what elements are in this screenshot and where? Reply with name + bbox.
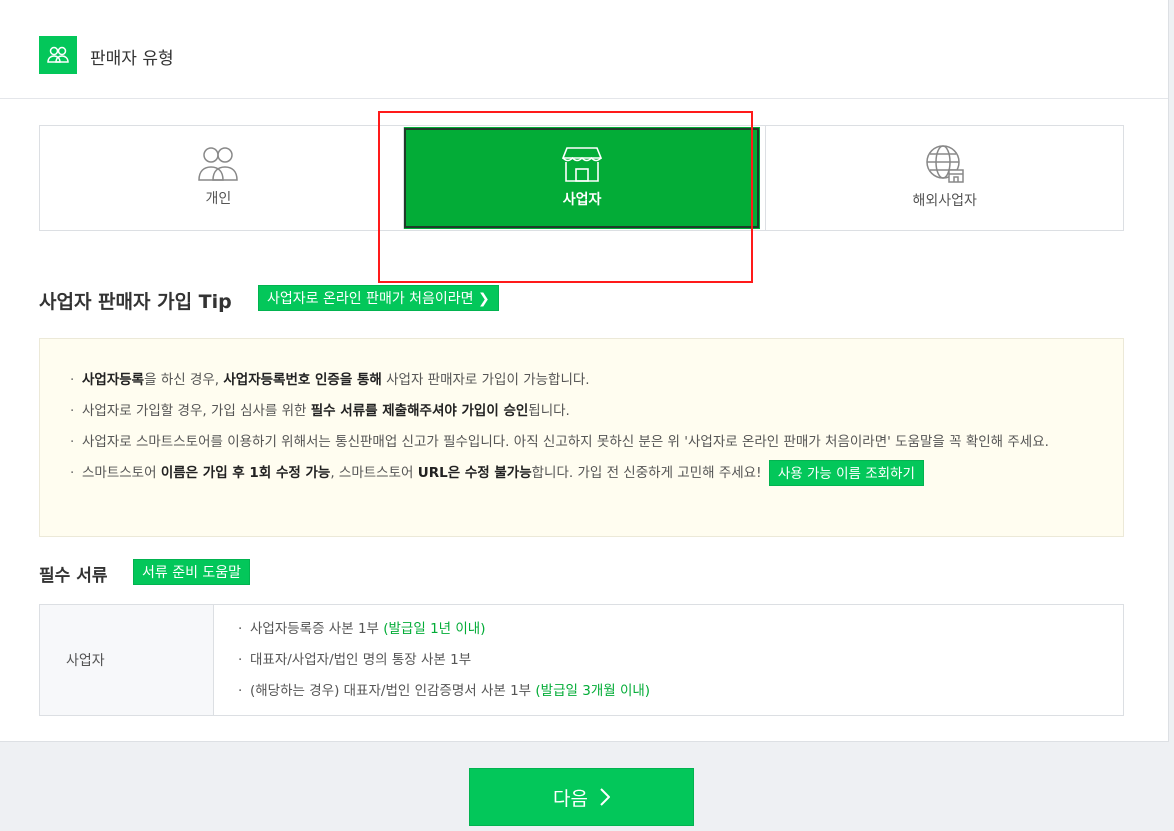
chevron-right-icon: [600, 788, 610, 806]
tip-line: 스마트스토어 이름은 가입 후 1회 수정 가능, 스마트스토어 URL은 수정…: [70, 460, 1093, 486]
next-label: 다음: [553, 787, 588, 810]
globe-store-icon: [925, 145, 964, 183]
users-icon: [39, 36, 77, 74]
list-item: 대표자/사업자/법인 명의 통장 사본 1부: [238, 650, 650, 670]
type-label: 개인: [205, 191, 232, 207]
tip-title: 사업자 판매자 가입 Tip: [39, 291, 232, 313]
tip-line: 사업자등록을 하신 경우, 사업자등록번호 인증을 통해 사업자 판매자로 가입…: [70, 367, 1093, 393]
page-title: 판매자 유형: [90, 49, 174, 69]
required-docs-table: 사업자 사업자등록증 사본 1부 (발급일 1년 이내) 대표자/사업자/법인 …: [39, 604, 1124, 716]
next-button[interactable]: 다음: [469, 768, 694, 826]
type-business[interactable]: 사업자: [402, 127, 761, 229]
list-item: (해당하는 경우) 대표자/법인 인감증명서 사본 1부 (발급일 3개월 이내…: [238, 681, 650, 701]
signup-card: 판매자 유형 개인 사업자 해외사업자 사업자 판매자 가입 Tip 사업자로 …: [0, 0, 1169, 742]
check-name-button[interactable]: 사용 가능 이름 조회하기: [768, 460, 924, 486]
section-header: 판매자 유형: [0, 0, 1168, 99]
type-label: 사업자: [562, 192, 602, 208]
docs-help-button[interactable]: 서류 준비 도움말: [133, 559, 251, 585]
row-label: 사업자: [40, 605, 214, 715]
docs-list: 사업자등록증 사본 1부 (발급일 1년 이내) 대표자/사업자/법인 명의 통…: [214, 605, 650, 715]
first-time-online-button[interactable]: 사업자로 온라인 판매가 처음이라면 ❯: [258, 285, 499, 311]
type-individual[interactable]: 개인: [40, 126, 397, 230]
tip-line: 사업자로 스마트스토어를 이용하기 위해서는 통신판매업 신고가 필수입니다. …: [70, 429, 1093, 455]
type-label: 해외사업자: [912, 193, 977, 209]
seller-type-selector: 개인 사업자 해외사업자: [39, 125, 1124, 231]
person-icon: [198, 147, 239, 181]
list-item: 사업자등록증 사본 1부 (발급일 1년 이내): [238, 619, 650, 639]
type-overseas-business[interactable]: 해외사업자: [765, 126, 1123, 230]
tip-line: 사업자로 가입할 경우, 가입 심사를 위한 필수 서류를 제출해주셔야 가입이…: [70, 398, 1093, 424]
required-docs-title: 필수 서류: [39, 566, 108, 586]
store-icon: [562, 147, 602, 182]
tip-box: 사업자등록을 하신 경우, 사업자등록번호 인증을 통해 사업자 판매자로 가입…: [39, 338, 1124, 537]
